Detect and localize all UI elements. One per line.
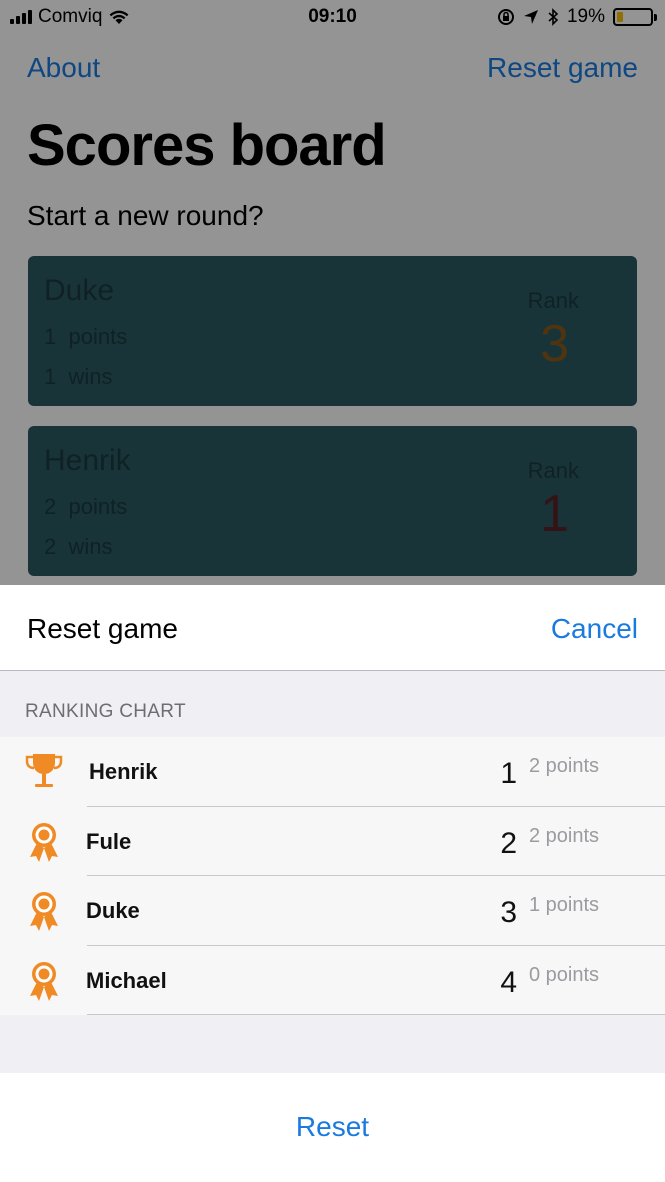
ranking-position: 3 xyxy=(500,896,517,929)
ranking-row[interactable]: Michael 4 0 points xyxy=(0,946,665,1015)
reset-game-sheet: Reset game Cancel RANKING CHART Henrik 1… xyxy=(0,585,665,1182)
medal-icon xyxy=(30,822,58,862)
ranking-position: 4 xyxy=(500,965,517,999)
ranking-row[interactable]: Henrik 1 2 points xyxy=(0,737,665,807)
ranking-position: 2 xyxy=(500,826,517,860)
ranking-points: 1 points xyxy=(529,894,600,916)
ranking-chart-header: RANKING CHART xyxy=(25,701,186,722)
row-divider xyxy=(87,1014,665,1015)
sheet-header: Reset game Cancel xyxy=(0,585,665,671)
ranking-name: Michael xyxy=(86,967,167,993)
medal-icon xyxy=(30,961,58,1001)
sheet-title: Reset game xyxy=(27,613,178,644)
ranking-row[interactable]: Fule 2 2 points xyxy=(0,807,665,876)
sheet-action-area: Reset xyxy=(0,1073,665,1182)
ranking-name: Henrik xyxy=(89,759,158,784)
ranking-name: Fule xyxy=(86,828,132,854)
ranking-name: Duke xyxy=(86,898,140,923)
cancel-button[interactable]: Cancel xyxy=(551,613,638,645)
ranking-position: 1 xyxy=(500,757,517,790)
ranking-points: 2 points xyxy=(529,755,600,777)
trophy-icon xyxy=(25,754,63,787)
ranking-points: 2 points xyxy=(529,824,600,847)
reset-button[interactable]: Reset xyxy=(0,1111,665,1143)
ranking-list: Henrik 1 2 points Fule 2 2 points Duke 3… xyxy=(0,737,665,1015)
ranking-row[interactable]: Duke 3 1 points xyxy=(0,876,665,946)
medal-icon xyxy=(30,892,58,931)
ranking-points: 0 points xyxy=(529,963,600,986)
